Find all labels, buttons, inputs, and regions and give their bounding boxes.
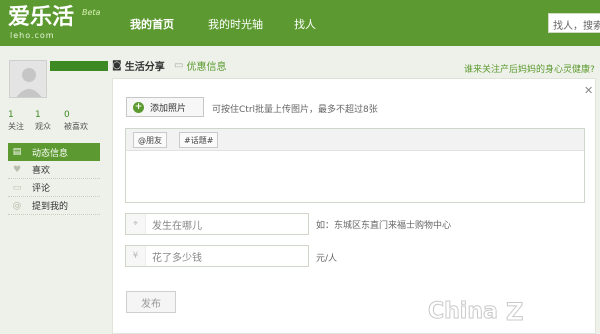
sidebar-menu: ▤ 动态信息 ♥ 喜欢 ▭ 评论 @ 提到我的 bbox=[8, 143, 100, 215]
close-icon[interactable]: ✕ bbox=[584, 84, 593, 97]
stat-liked[interactable]: 0 被喜欢 bbox=[64, 110, 88, 132]
heart-icon: ♥ bbox=[12, 164, 22, 175]
upload-hint: 可按住Ctrl批量上传图片，最多不超过8张 bbox=[212, 105, 378, 115]
coupon-icon: ▭ bbox=[174, 60, 184, 71]
topic-button[interactable]: #话题# bbox=[179, 132, 219, 148]
sidebar-item-mentions[interactable]: @ 提到我的 bbox=[8, 197, 100, 215]
stat-liked-label: 被喜欢 bbox=[64, 122, 88, 131]
stat-following[interactable]: 1 关注 bbox=[8, 110, 24, 132]
sidebar-item-label: 评论 bbox=[32, 184, 51, 194]
stat-followers-count: 1 bbox=[35, 110, 41, 120]
add-photo-label: 添加照片 bbox=[150, 103, 187, 114]
logo-text: 爱乐活 bbox=[8, 5, 75, 30]
svg-text:Z: Z bbox=[506, 298, 523, 326]
avatar[interactable] bbox=[9, 60, 47, 98]
feed-icon: ▤ bbox=[12, 147, 22, 157]
stat-followers-label: 观众 bbox=[35, 122, 51, 131]
sidebar-item-label: 喜欢 bbox=[32, 166, 51, 176]
username-bar bbox=[50, 61, 108, 71]
tab-label: 生活分享 bbox=[124, 62, 165, 73]
stat-following-count: 1 bbox=[8, 110, 14, 120]
post-textarea[interactable]: @朋友 #话题# bbox=[125, 128, 585, 203]
sidebar-item-comments[interactable]: ▭ 评论 bbox=[8, 179, 100, 197]
featured-link[interactable]: 谁来关注产后妈妈的身心灵健康? bbox=[464, 62, 595, 75]
beta-badge: Beta bbox=[82, 8, 101, 17]
add-photo-button[interactable]: + 添加照片 bbox=[126, 97, 204, 117]
sidebar-item-likes[interactable]: ♥ 喜欢 bbox=[8, 161, 100, 179]
nav-home[interactable]: 我的首页 bbox=[130, 16, 174, 32]
stat-following-label: 关注 bbox=[8, 122, 24, 131]
top-navigation-bar: 爱乐活 Beta leho.com 我的首页 我的时光轴 找人 找人，搜索 bbox=[0, 0, 600, 46]
stat-followers[interactable]: 1 观众 bbox=[35, 110, 51, 132]
tab-label: 优惠信息 bbox=[186, 62, 227, 73]
bag-icon: ◙ bbox=[112, 60, 122, 71]
sidebar-item-label: 提到我的 bbox=[32, 202, 69, 212]
publish-button[interactable]: 发布 bbox=[126, 291, 176, 313]
cost-field[interactable]: ¥ 花了多少钱 bbox=[125, 245, 309, 267]
cost-placeholder: 花了多少钱 bbox=[152, 252, 202, 264]
logo-domain: leho.com bbox=[10, 31, 55, 40]
tab-deals[interactable]: ▭ 优惠信息 bbox=[174, 58, 226, 73]
yen-icon: ¥ bbox=[126, 246, 146, 266]
textarea-toolbar: @朋友 #话题# bbox=[126, 129, 584, 151]
watermark-text: China bbox=[428, 299, 498, 324]
site-logo[interactable]: 爱乐活 Beta leho.com bbox=[8, 5, 100, 41]
sidebar-item-label: 动态信息 bbox=[32, 148, 69, 159]
sidebar: 1 关注 1 观众 0 被喜欢 ▤ 动态信息 ♥ 喜欢 ▭ 评论 @ 提到我的 bbox=[0, 46, 110, 334]
watermark: China Z bbox=[428, 296, 578, 327]
location-placeholder: 发生在哪儿 bbox=[152, 220, 202, 232]
location-example: 如：东城区东直门来福士购物中心 bbox=[316, 221, 452, 231]
plus-icon: + bbox=[133, 101, 144, 113]
search-input[interactable]: 找人，搜索 bbox=[548, 13, 600, 33]
comment-icon: ▭ bbox=[12, 182, 22, 193]
mention-friend-button[interactable]: @朋友 bbox=[133, 132, 167, 148]
location-field[interactable]: ⌖ 发生在哪儿 bbox=[125, 213, 309, 235]
at-icon: @ bbox=[12, 200, 22, 211]
stat-liked-count: 0 bbox=[64, 110, 70, 120]
nav-find-people[interactable]: 找人 bbox=[294, 16, 316, 32]
tab-life-share[interactable]: ◙ 生活分享 bbox=[112, 58, 165, 73]
cost-unit: 元/人 bbox=[316, 254, 338, 264]
nav-timeline[interactable]: 我的时光轴 bbox=[208, 16, 263, 32]
pin-icon: ⌖ bbox=[126, 214, 146, 234]
sidebar-item-feed[interactable]: ▤ 动态信息 bbox=[8, 143, 100, 161]
